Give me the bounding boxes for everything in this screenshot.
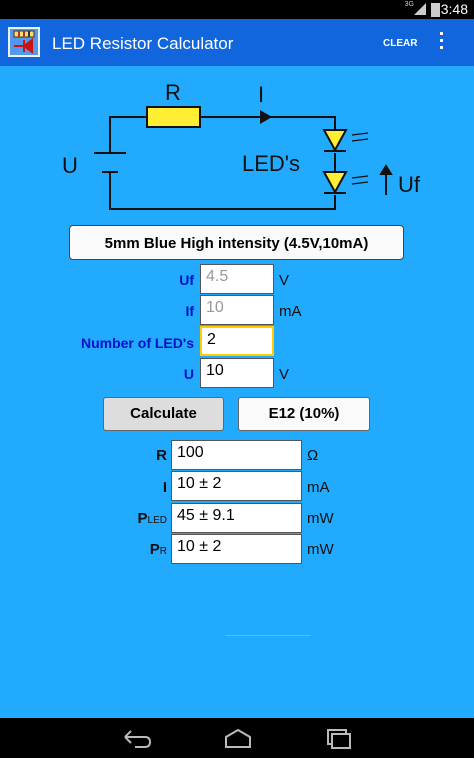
u-label: U: [183, 366, 194, 382]
led-label: LED's: [242, 151, 300, 176]
p-led-label: PLED: [137, 510, 167, 527]
forward-voltage-label: Uf: [398, 172, 421, 197]
app-title: LED Resistor Calculator: [52, 34, 234, 53]
clock: 3:48: [440, 1, 468, 17]
light-rays-icon: [351, 132, 369, 185]
status-bar: 3G 3:48: [0, 0, 474, 19]
i-output[interactable]: 10 ± 2: [171, 471, 302, 501]
u-input[interactable]: 10: [200, 358, 274, 388]
overflow-menu-icon[interactable]: [440, 32, 444, 54]
back-icon[interactable]: [121, 727, 153, 749]
network-type: 3G: [404, 1, 414, 8]
if-unit: mA: [279, 303, 302, 320]
uf-unit: V: [279, 272, 290, 289]
p-led-output[interactable]: 45 ± 9.1: [171, 503, 302, 533]
recent-apps-icon[interactable]: [323, 727, 355, 749]
uf-arrow: [379, 164, 393, 195]
uf-label: Uf: [179, 272, 194, 288]
navigation-bar: [0, 718, 474, 758]
divider: [225, 635, 311, 636]
led-preset-button[interactable]: 5mm Blue High intensity (4.5V,10mA): [69, 225, 404, 260]
app-icon: [8, 27, 40, 57]
r-unit: Ω: [307, 447, 319, 464]
circuit-diagram: R I LED's U Uf: [62, 80, 421, 210]
number-of-leds-input[interactable]: 2: [200, 326, 274, 356]
resistor-symbol: [146, 106, 201, 128]
if-label: If: [185, 303, 194, 319]
i-unit: mA: [307, 479, 330, 496]
clear-button[interactable]: CLEAR: [383, 38, 417, 49]
p-r-output[interactable]: 10 ± 2: [171, 534, 302, 564]
p-r-unit: mW: [307, 541, 334, 558]
home-icon[interactable]: [222, 727, 254, 749]
calculate-button[interactable]: Calculate: [103, 397, 224, 431]
if-input[interactable]: 10: [200, 295, 274, 325]
p-r-label: PR: [149, 541, 167, 558]
number-of-leds-label: Number of LED's: [80, 335, 194, 351]
resistor-label: R: [165, 80, 181, 105]
u-unit: V: [279, 366, 290, 383]
p-led-unit: mW: [307, 510, 334, 527]
action-bar: LED Resistor Calculator CLEAR: [0, 19, 474, 66]
current-label: I: [258, 82, 264, 107]
current-arrow: [260, 110, 272, 124]
resistor-series-button[interactable]: E12 (10%): [238, 397, 370, 431]
r-label: R: [156, 447, 167, 464]
r-output[interactable]: 100: [171, 440, 302, 470]
uf-input[interactable]: 4.5: [200, 264, 274, 294]
voltage-label: U: [62, 153, 78, 178]
i-label: I: [162, 479, 167, 496]
battery-icon: [431, 3, 440, 17]
signal-icon: [414, 3, 426, 15]
